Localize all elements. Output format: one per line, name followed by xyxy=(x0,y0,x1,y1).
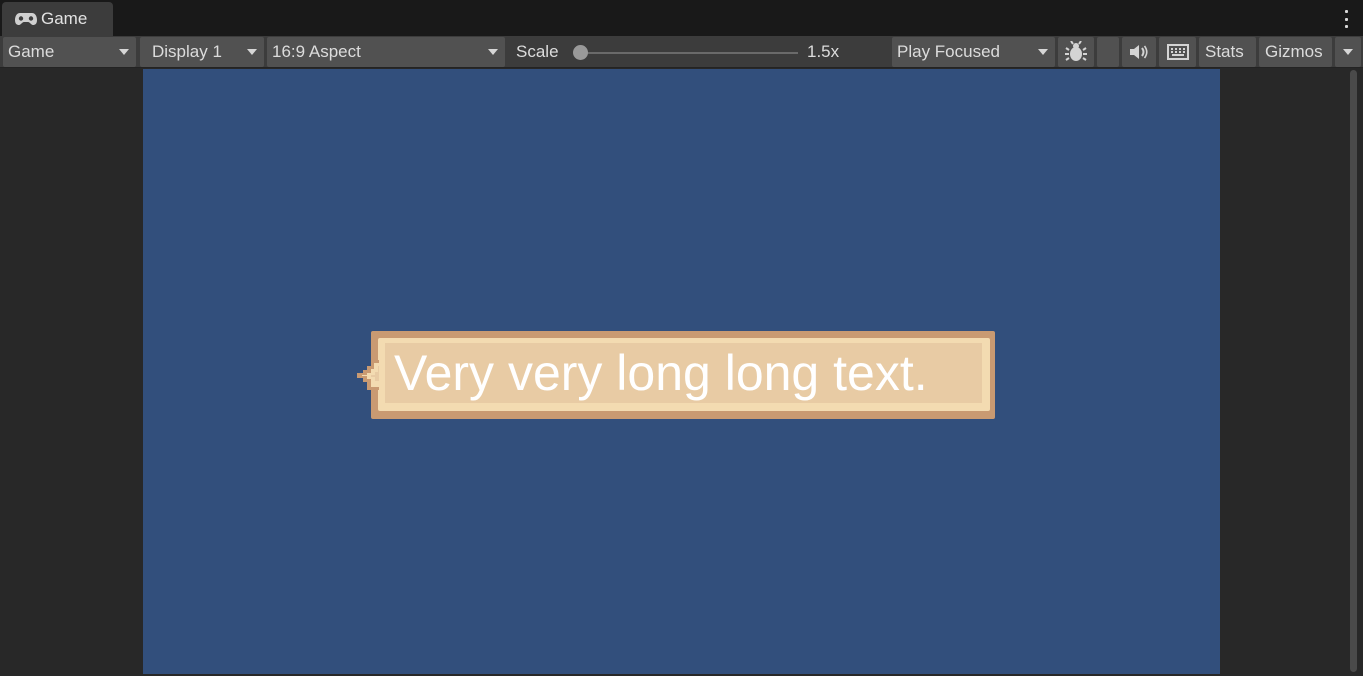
view-dropdown-label: Game xyxy=(8,42,55,61)
mute-audio-button[interactable] xyxy=(1122,37,1156,67)
speech-bubble-text: Very very long long text. xyxy=(394,345,928,401)
stats-label: Stats xyxy=(1205,42,1244,61)
speech-bubble-tail xyxy=(357,360,379,390)
scrollbar-thumb[interactable] xyxy=(1350,70,1357,672)
play-mode-dropdown[interactable]: Play Focused xyxy=(892,37,1055,67)
scale-slider-track[interactable] xyxy=(581,52,798,54)
gizmos-dropdown[interactable] xyxy=(1335,37,1361,67)
scale-value: 1.5x xyxy=(807,42,840,61)
spacer-button xyxy=(1097,37,1119,67)
aspect-dropdown[interactable]: 16:9 Aspect xyxy=(267,37,505,67)
keyboard-icon xyxy=(1166,44,1189,60)
view-dropdown[interactable]: Game xyxy=(3,37,136,67)
scale-label: Scale xyxy=(516,42,559,61)
gizmos-label: Gizmos xyxy=(1265,42,1323,61)
display-dropdown-label: Display 1 xyxy=(152,42,222,61)
chevron-down-icon xyxy=(247,49,257,55)
display-dropdown[interactable]: Display 1 xyxy=(140,37,264,67)
debug-toggle-button[interactable] xyxy=(1058,37,1094,67)
keyboard-shortcuts-button[interactable] xyxy=(1159,37,1196,67)
vertical-scrollbar[interactable] xyxy=(1347,68,1361,676)
chevron-down-icon xyxy=(1343,49,1353,55)
tab-label: Game xyxy=(41,9,88,28)
chevron-down-icon xyxy=(1038,49,1048,55)
more-options-icon[interactable] xyxy=(1343,10,1349,28)
game-toolbar: Game Display 1 16:9 Aspect Scale 1.5x Pl… xyxy=(0,36,1363,68)
tab-strip: Game xyxy=(0,0,1363,36)
chevron-down-icon xyxy=(119,49,129,55)
bug-icon xyxy=(1065,41,1087,61)
scale-control: Scale 1.5x xyxy=(509,37,889,67)
tab-game[interactable]: Game xyxy=(2,2,113,36)
game-window: Game Game Display 1 16:9 Aspect Scale 1.… xyxy=(0,0,1363,676)
scale-slider-handle[interactable] xyxy=(573,45,588,60)
chevron-down-icon xyxy=(488,49,498,55)
play-mode-label: Play Focused xyxy=(897,42,1000,61)
speaker-icon xyxy=(1130,45,1148,59)
aspect-dropdown-label: 16:9 Aspect xyxy=(272,42,361,61)
stats-button[interactable]: Stats xyxy=(1199,37,1256,67)
gizmos-button[interactable]: Gizmos xyxy=(1259,37,1332,67)
gamepad-icon xyxy=(15,13,37,25)
